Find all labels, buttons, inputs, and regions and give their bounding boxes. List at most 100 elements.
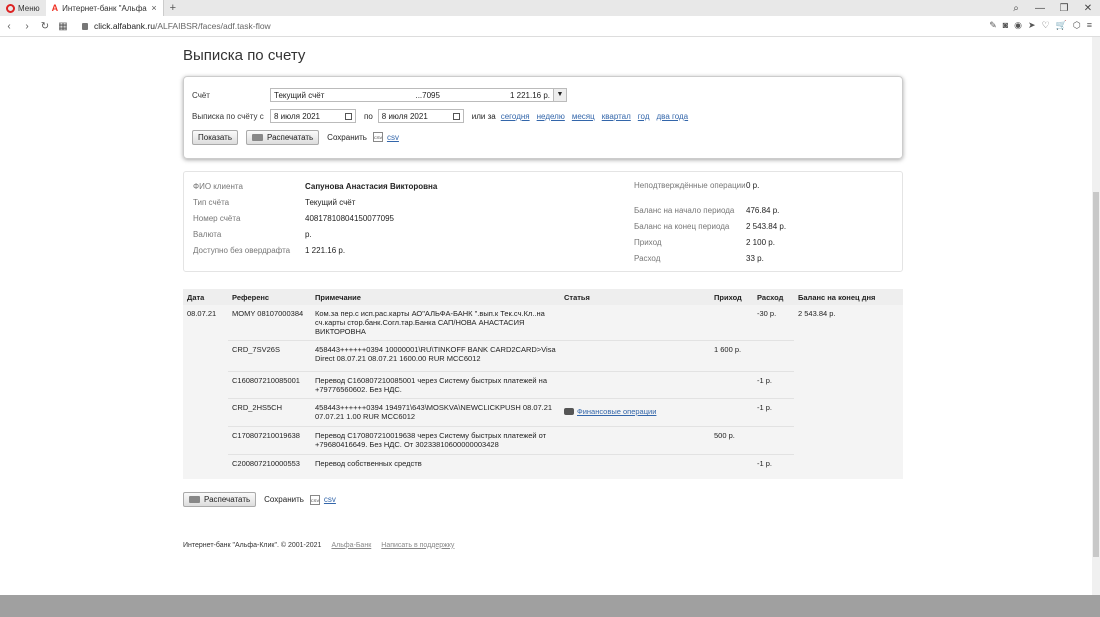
category-cell	[560, 305, 710, 341]
expense-cell	[753, 340, 794, 372]
printer-icon	[252, 133, 264, 141]
table-row: 08.07.21 MOMY 08107000384 Ком.за пер.с и…	[183, 305, 903, 479]
period-label: Выписка по счёту с	[192, 111, 264, 121]
end-balance-cell: 2 543.84 р.	[794, 305, 903, 479]
currency-label: Валюта	[193, 230, 222, 239]
account-balance: 1 221.16 р.	[509, 90, 550, 100]
tab-close-icon[interactable]: ×	[151, 3, 156, 13]
expense-cell: -30 р.	[757, 309, 777, 318]
expense-cell	[753, 426, 794, 455]
category-link[interactable]: Финансовые операции	[564, 407, 706, 416]
show-button[interactable]: Показать	[192, 129, 239, 145]
browser-menu-button[interactable]: Меню	[0, 0, 46, 16]
end-balance-value: 2 543.84 р.	[746, 222, 787, 231]
income-cell: 1 600 р.	[710, 340, 753, 372]
date-cell: 08.07.21	[183, 305, 228, 479]
period-link-year[interactable]: год	[638, 112, 650, 121]
csv-link-bottom[interactable]: csv	[324, 495, 336, 504]
income-cell	[710, 371, 753, 399]
url-field[interactable]: click.alfabank.ru/ALFAIBSR/faces/adf.tas…	[82, 21, 271, 31]
search-tabs-icon[interactable]: ⌕	[1004, 3, 1028, 14]
income-cell: 500 р.	[710, 426, 753, 455]
speed-dial-icon[interactable]: ▦	[54, 21, 72, 32]
window-controls: ⌕ — ❐ ✕	[1004, 0, 1100, 16]
period-link-two-years[interactable]: два года	[656, 112, 688, 121]
print-button-bottom-label: Распечатать	[204, 495, 251, 504]
category-cell	[560, 371, 710, 399]
period-link-today[interactable]: сегодня	[501, 112, 530, 121]
client-label: ФИО клиента	[193, 182, 243, 191]
print-button-label: Распечатать	[267, 132, 314, 142]
calendar-icon[interactable]	[452, 112, 460, 120]
page-viewport: Выписка по счету Счёт Текущий счёт ...70…	[0, 37, 1092, 595]
edit-icon[interactable]: ✎	[989, 20, 997, 31]
period-link-month[interactable]: месяц	[572, 112, 595, 121]
expense-label: Расход	[634, 254, 661, 263]
info-client: ФИО клиента Сапунова Анастасия Викторовн…	[193, 182, 437, 191]
category-cell	[560, 340, 710, 372]
note-cell: 458443++++++0394 194971\643\MOSKVA\NEWCL…	[311, 398, 560, 427]
page-scrollbar[interactable]	[1092, 37, 1100, 595]
footer-link-alfabank[interactable]: Альфа-Банк	[331, 542, 371, 549]
new-tab-button[interactable]: +	[164, 2, 182, 14]
info-expense: Расход 33 р.	[634, 254, 764, 263]
info-number: Номер счёта 40817810804150077095	[193, 214, 394, 223]
page-title: Выписка по счету	[183, 47, 306, 64]
col-income: Приход	[710, 289, 753, 305]
account-dropdown-chevron-icon[interactable]: ▼	[553, 88, 567, 102]
reload-icon[interactable]: ↻	[36, 21, 54, 32]
restore-icon[interactable]: ❐	[1052, 3, 1076, 14]
menu-label: Меню	[18, 3, 40, 13]
vpn-icon[interactable]: ◉	[1014, 20, 1022, 31]
account-select[interactable]: Текущий счёт ...7095 1 221.16 р.	[270, 88, 554, 102]
csv-file-icon[interactable]: CSV	[372, 132, 383, 142]
url-path: /ALFAIBSR/faces/adf.task-flow	[154, 21, 271, 31]
minimize-icon[interactable]: —	[1028, 3, 1052, 14]
page-footer: Интернет-банк "Альфа-Клик". © 2001-2021 …	[183, 542, 903, 549]
camera-icon[interactable]: ◙	[1003, 20, 1008, 31]
hamburger-menu-icon[interactable]: ≡	[1087, 20, 1092, 31]
cube-icon[interactable]: ⬡	[1073, 20, 1081, 31]
reference-cell: CRD_2HS5CH	[228, 398, 311, 427]
browser-tab-strip: Меню А Интернет-банк "Альфа-К × + ⌕ — ❐ …	[0, 0, 1100, 16]
forward-icon[interactable]: ›	[18, 21, 36, 32]
number-value: 40817810804150077095	[305, 214, 394, 223]
start-balance-label: Баланс на начало периода	[634, 206, 735, 215]
number-label: Номер счёта	[193, 214, 241, 223]
note-cell: Перевод C170807210019638 через Систему б…	[311, 426, 560, 455]
info-type: Тип счёта Текущий счёт	[193, 198, 355, 207]
date-from-input[interactable]: 8 июля 2021	[270, 109, 356, 123]
info-available: Доступно без овердрафта 1 221.16 р.	[193, 246, 345, 255]
or-label: или за	[471, 111, 496, 121]
period-link-week[interactable]: неделю	[537, 112, 565, 121]
info-income: Приход 2 100 р.	[634, 238, 775, 247]
lock-icon	[82, 22, 88, 30]
reference-cell: CRD_7SV26S	[228, 340, 311, 372]
print-button[interactable]: Распечатать	[246, 129, 320, 145]
info-currency: Валюта р.	[193, 230, 312, 239]
col-end-balance: Баланс на конец дня	[794, 289, 903, 305]
reference-cell: C200807210000553	[228, 454, 311, 479]
browser-tab-active[interactable]: А Интернет-банк "Альфа-К ×	[45, 0, 164, 16]
scrollbar-thumb[interactable]	[1093, 192, 1099, 557]
date-to-input[interactable]: 8 июля 2021	[377, 109, 464, 123]
csv-file-icon[interactable]: CSV	[309, 494, 320, 505]
expense-cell: -1 р.	[753, 454, 794, 479]
csv-link[interactable]: csv	[387, 133, 399, 142]
filter-actions-row: Показать Распечатать Сохранить CSV csv	[192, 129, 894, 145]
url-host: click.alfabank.ru	[94, 21, 155, 31]
browser-toolbar-icons: ✎ ◙ ◉ ➤ ♡ 🛒 ⬡ ≡	[989, 20, 1092, 31]
print-button-bottom[interactable]: Распечатать	[183, 492, 257, 507]
period-link-quarter[interactable]: квартал	[602, 112, 631, 121]
income-value: 2 100 р.	[746, 238, 775, 247]
footer-link-support[interactable]: Написать в поддержку	[381, 542, 454, 549]
calendar-icon[interactable]	[345, 112, 352, 120]
heart-icon[interactable]: ♡	[1042, 20, 1050, 31]
cart-icon[interactable]: 🛒	[1056, 20, 1067, 31]
info-start-balance: Баланс на начало периода 476.84 р.	[634, 206, 779, 215]
footer-copyright: Интернет-банк "Альфа-Клик". © 2001-2021	[183, 541, 322, 549]
close-window-icon[interactable]: ✕	[1076, 3, 1100, 14]
back-icon[interactable]: ‹	[0, 21, 18, 32]
send-icon[interactable]: ➤	[1028, 20, 1036, 31]
save-label: Сохранить	[327, 132, 367, 142]
